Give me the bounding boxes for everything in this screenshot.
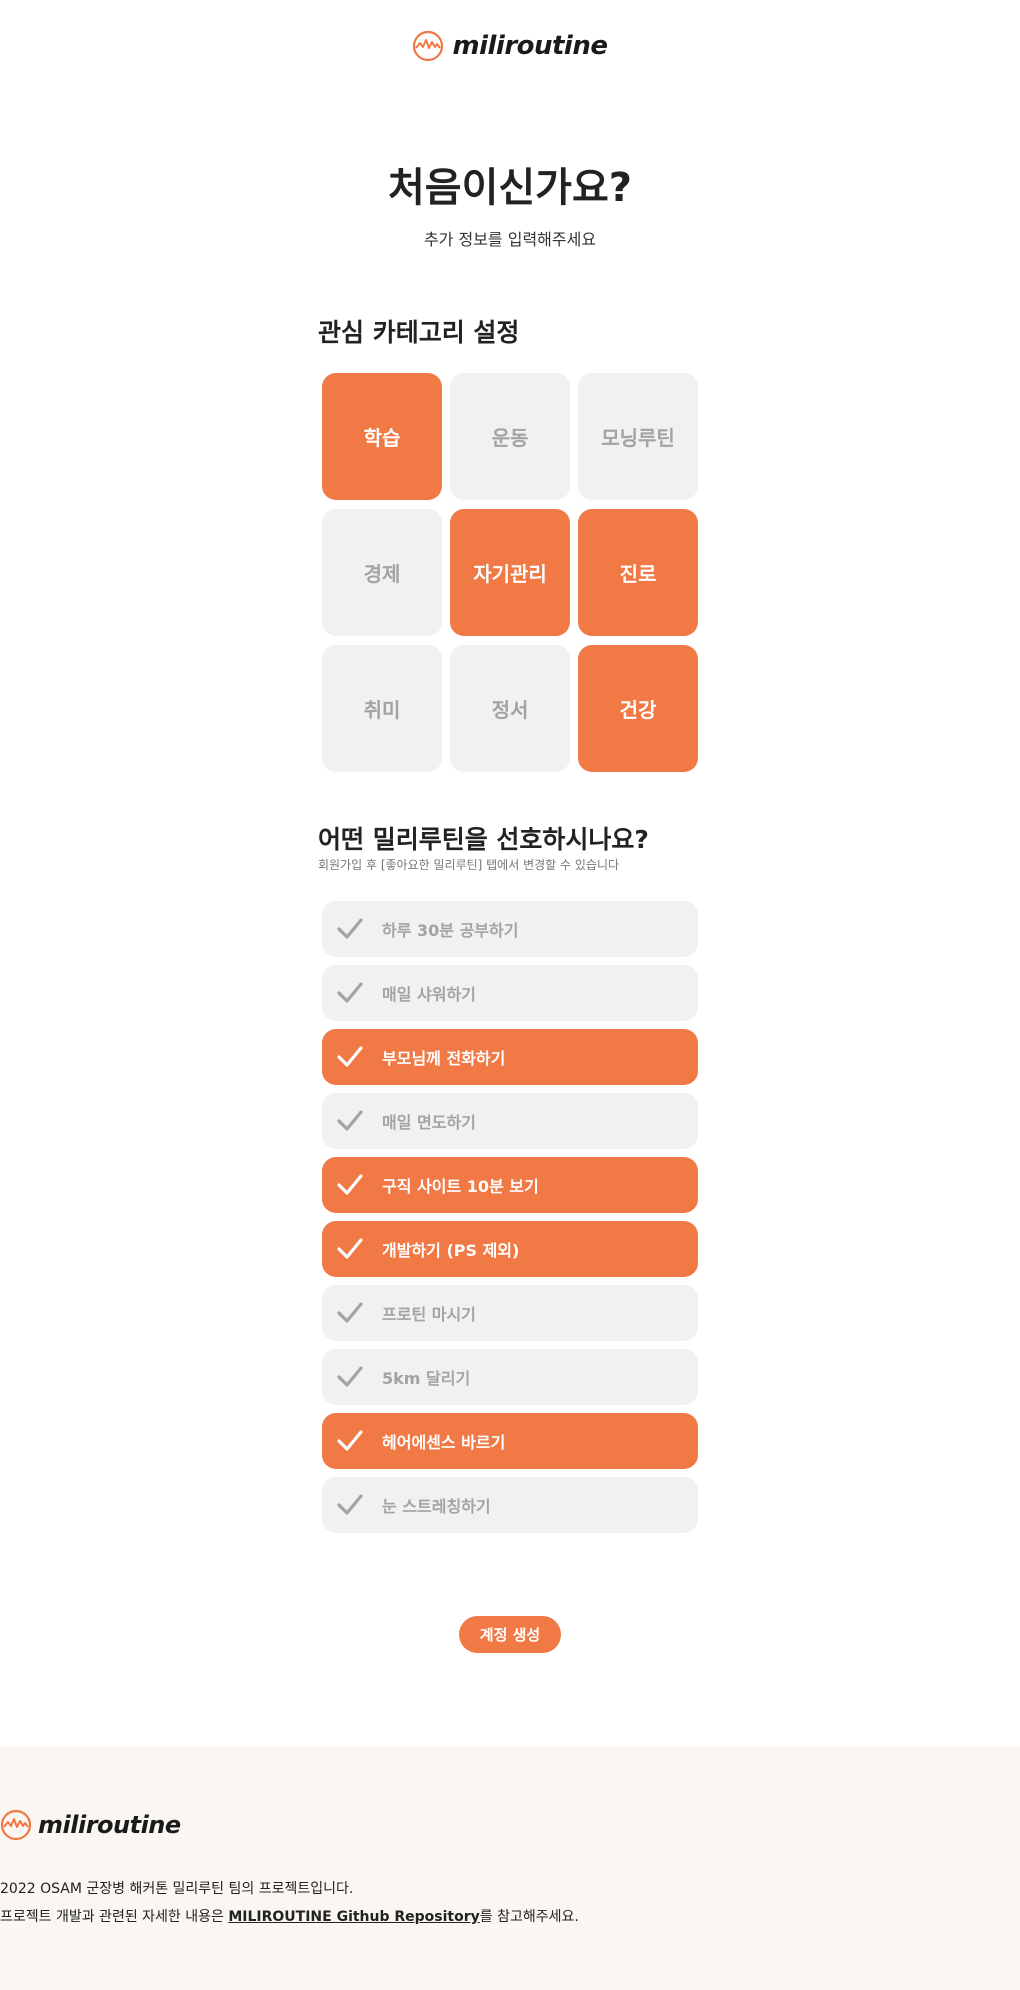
routine-item[interactable]: 매일 면도하기 [322, 1093, 698, 1149]
routine-label: 부모님께 전화하기 [382, 1049, 506, 1068]
page-subtitle: 추가 정보를 입력해주세요 [423, 230, 597, 249]
category-tile[interactable]: 자기관리 [450, 509, 570, 636]
site-footer: miliroutine 2022 OSAM 군장병 해커톤 밀리루틴 팀의 프로… [0, 1747, 1020, 1990]
check-icon [337, 1366, 363, 1387]
check-icon [337, 1110, 363, 1131]
routine-list: 하루 30분 공부하기매일 샤워하기부모님께 전화하기매일 면도하기구직 사이트… [322, 901, 698, 1541]
routine-item[interactable]: 매일 샤워하기 [322, 965, 698, 1021]
logo-text[interactable]: miliroutine [452, 31, 608, 61]
category-tile[interactable]: 건강 [578, 645, 698, 772]
routine-label: 구직 사이트 10분 보기 [382, 1177, 539, 1196]
routine-label: 하루 30분 공부하기 [382, 921, 519, 940]
footer-info: 프로젝트 개발과 관련된 자세한 내용은 MILIROUTINE Github … [0, 1906, 579, 1926]
category-section-title: 관심 카테고리 설정 [318, 318, 520, 347]
category-tile[interactable]: 취미 [322, 645, 442, 772]
footer-info-prefix: 프로젝트 개발과 관련된 자세한 내용은 [0, 1909, 229, 1925]
routine-label: 헤어에센스 바르기 [382, 1433, 506, 1452]
routine-item[interactable]: 눈 스트레칭하기 [322, 1477, 698, 1533]
check-icon [337, 1238, 363, 1259]
category-tile[interactable]: 경제 [322, 509, 442, 636]
routine-label: 매일 샤워하기 [382, 985, 476, 1004]
check-icon [337, 1302, 363, 1323]
routine-section-title: 어떤 밀리루틴을 선호하시나요? [318, 825, 649, 854]
check-icon [337, 1494, 363, 1515]
github-repository-link[interactable]: MILIROUTINE Github Repository [228, 1909, 479, 1925]
routine-label: 매일 면도하기 [382, 1113, 476, 1132]
category-grid: 학습 운동 모닝루틴경제 자기관리 진로취미 정서 건강 [322, 373, 698, 772]
check-icon [337, 918, 363, 939]
routine-item[interactable]: 부모님께 전화하기 [322, 1029, 698, 1085]
check-icon [337, 1046, 363, 1067]
routine-item[interactable]: 개발하기 (PS 제외) [322, 1221, 698, 1277]
logo-mountain-icon[interactable] [412, 30, 444, 62]
footer-credit: 2022 OSAM 군장병 해커톤 밀리루틴 팀의 프로젝트입니다. [0, 1881, 354, 1897]
footer-logo-text: miliroutine [38, 1811, 181, 1839]
check-icon [337, 982, 363, 1003]
routine-item[interactable]: 프로틴 마시기 [322, 1285, 698, 1341]
routine-item[interactable]: 헤어에센스 바르기 [322, 1413, 698, 1469]
check-icon [337, 1430, 363, 1451]
category-tile[interactable]: 학습 [322, 373, 442, 500]
category-tile[interactable]: 진로 [578, 509, 698, 636]
footer-logo-mountain-icon [0, 1809, 32, 1841]
create-account-button[interactable]: 계정 생성 [459, 1616, 561, 1653]
category-tile[interactable]: 모닝루틴 [578, 373, 698, 500]
routine-label: 눈 스트레칭하기 [382, 1497, 491, 1516]
site-header: miliroutine [0, 30, 1020, 62]
footer-logo: miliroutine [0, 1809, 181, 1841]
category-tile[interactable]: 정서 [450, 645, 570, 772]
category-tile[interactable]: 운동 [450, 373, 570, 500]
routine-item[interactable]: 하루 30분 공부하기 [322, 901, 698, 957]
check-icon [337, 1174, 363, 1195]
page-title: 처음이신가요? [387, 165, 632, 211]
routine-item[interactable]: 구직 사이트 10분 보기 [322, 1157, 698, 1213]
footer-info-suffix: 를 참고해주세요. [479, 1909, 579, 1925]
routine-section-subtitle: 회원가입 후 [좋아요한 밀리루틴] 탭에서 변경할 수 있습니다 [318, 858, 620, 872]
routine-item[interactable]: 5km 달리기 [322, 1349, 698, 1405]
routine-label: 개발하기 (PS 제외) [382, 1241, 520, 1260]
routine-label: 5km 달리기 [382, 1369, 471, 1388]
routine-label: 프로틴 마시기 [382, 1305, 476, 1324]
